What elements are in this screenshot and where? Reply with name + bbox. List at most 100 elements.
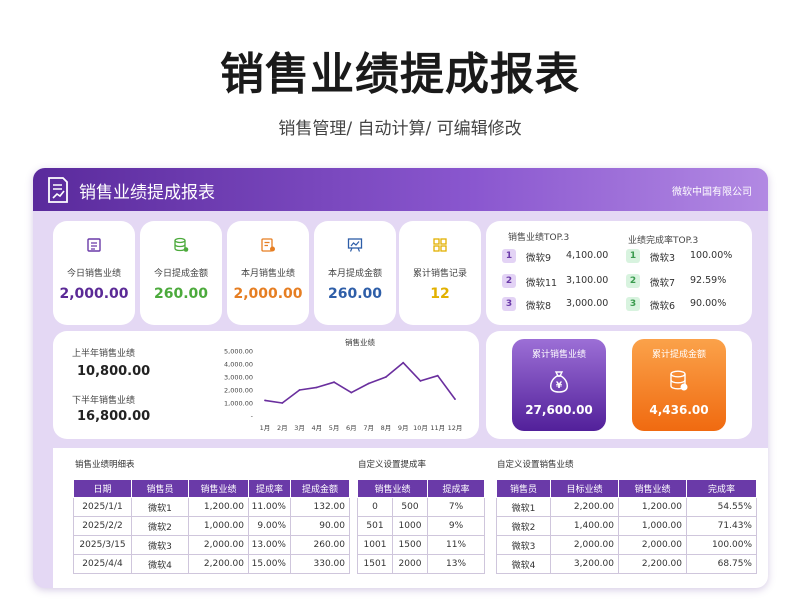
table-cell[interactable]: 1500 <box>391 535 429 555</box>
table-cell[interactable]: 1001 <box>357 535 393 555</box>
x-tick-label: 8月 <box>381 424 392 432</box>
chart-title: 销售业绩 <box>345 337 375 347</box>
table-cell[interactable]: 13.00% <box>248 535 291 555</box>
table-cell[interactable]: 7% <box>427 497 486 517</box>
x-tick-label: 12月 <box>448 424 463 432</box>
table-cell[interactable]: 微软2 <box>496 516 551 536</box>
data-point <box>454 398 456 400</box>
column-header: 完成率 <box>686 479 757 498</box>
rank-badge: 3 <box>626 297 640 311</box>
table-cell[interactable]: 1,000.00 <box>188 516 249 536</box>
table-cell[interactable]: 2,000.00 <box>550 535 619 555</box>
table-cell[interactable]: 2025/1/1 <box>73 497 132 517</box>
table-cell[interactable]: 1,200.00 <box>188 497 249 517</box>
table-cell[interactable]: 13% <box>427 554 486 574</box>
table-cell[interactable]: 2025/4/4 <box>73 554 132 574</box>
x-tick-label: 6月 <box>346 424 357 432</box>
document-icon <box>53 237 135 255</box>
table-cell[interactable]: 微软2 <box>131 516 189 536</box>
rank-name: 微软6 <box>650 301 676 312</box>
data-point <box>419 380 422 382</box>
table-cell[interactable]: 2025/3/15 <box>73 535 132 555</box>
rank-name: 微软7 <box>650 278 676 289</box>
x-tick-label: 9月 <box>398 424 409 432</box>
target-setting-table: 销售员 目标业绩 销售业绩 完成率 微软1 2,200.00 1,200.00 … <box>496 479 757 574</box>
rank-name: 微软3 <box>650 253 676 264</box>
table-row: 微软3 2,000.00 2,000.00 100.00% <box>496 535 757 555</box>
table-cell[interactable]: 微软4 <box>496 554 551 574</box>
table-cell[interactable]: 100.00% <box>686 535 757 555</box>
money-bag-icon: ¥ <box>512 369 606 393</box>
total-sales-value: 27,600.00 <box>525 403 593 417</box>
table-cell[interactable]: 11.00% <box>248 497 291 517</box>
rank-name: 微软8 <box>526 301 552 312</box>
table-cell[interactable]: 1,200.00 <box>618 497 687 517</box>
rank-value: 90.00% <box>690 298 727 309</box>
y-tick-label: 2,000.00 <box>224 387 253 395</box>
table-cell[interactable]: 9.00% <box>248 516 291 536</box>
table-cell[interactable]: 2025/2/2 <box>73 516 132 536</box>
kpi-card-today-commission: 今日提成金额 260.00 <box>140 221 222 325</box>
table-cell[interactable]: 132.00 <box>290 497 350 517</box>
rank-badge: 3 <box>502 297 516 311</box>
coins-icon <box>632 369 726 393</box>
rank-badge: 1 <box>502 249 516 263</box>
table-cell[interactable]: 90.00 <box>290 516 350 536</box>
tables-section: 销售业绩明细表 自定义设置提成率 自定义设置销售业绩 日期 销售员 销售业绩 提… <box>53 448 768 588</box>
table-cell[interactable]: 微软3 <box>496 535 551 555</box>
kpi-value: 12 <box>430 286 450 302</box>
table-cell[interactable]: 2,000.00 <box>618 535 687 555</box>
table-row: 微软4 3,200.00 2,200.00 68.75% <box>496 554 757 574</box>
table-cell[interactable]: 68.75% <box>686 554 757 574</box>
table-cell[interactable]: 1,400.00 <box>550 516 619 536</box>
table-cell[interactable]: 15.00% <box>248 554 291 574</box>
rank-badge: 2 <box>502 274 516 288</box>
table-cell[interactable]: 11% <box>427 535 486 555</box>
y-tick-label: 1,000.00 <box>224 400 253 408</box>
kpi-card-month-sales: 本月销售业绩 2,000.00 <box>227 221 309 325</box>
table-cell[interactable]: 71.43% <box>686 516 757 536</box>
table-cell[interactable]: 1,000.00 <box>618 516 687 536</box>
table-cell[interactable]: 2000 <box>391 554 429 574</box>
table-cell[interactable]: 9% <box>427 516 486 536</box>
total-commission-box: 累计提成金额 4,436.00 <box>632 339 726 431</box>
table-row: 2025/3/15 微软3 2,000.00 13.00% 260.00 <box>73 535 350 555</box>
data-point <box>367 382 370 385</box>
table-cell[interactable]: 微软4 <box>131 554 189 574</box>
column-header: 目标业绩 <box>550 479 619 498</box>
top-rate-row: 2 微软7 92.59% <box>626 274 741 289</box>
column-header: 销售员 <box>131 479 189 498</box>
table-cell[interactable]: 3,200.00 <box>550 554 619 574</box>
kpi-label: 本月销售业绩 <box>240 269 295 279</box>
table-cell[interactable]: 2,200.00 <box>618 554 687 574</box>
table-cell[interactable]: 2,200.00 <box>550 497 619 517</box>
table-cell[interactable]: 微软1 <box>496 497 551 517</box>
table-cell[interactable]: 0 <box>357 497 393 517</box>
page-title: 销售业绩提成报表 <box>220 49 580 100</box>
table-cell[interactable]: 2,000.00 <box>188 535 249 555</box>
table-cell[interactable]: 330.00 <box>290 554 350 574</box>
y-tick-label: - <box>251 413 254 421</box>
report-panel: 销售业绩提成报表 微软中国有限公司 今日销售业绩 2,000.00 今日提成金额… <box>33 168 768 588</box>
table-cell[interactable]: 1000 <box>391 516 429 536</box>
table-cell[interactable]: 500 <box>391 497 429 517</box>
total-sales-label: 累计销售业绩 <box>531 350 586 360</box>
table-cell[interactable]: 260.00 <box>290 535 350 555</box>
kpi-card-total-records: 累计销售记录 12 <box>399 221 481 325</box>
rank-name: 微软11 <box>526 278 558 289</box>
data-point <box>385 376 387 378</box>
top3-card: 销售业绩TOP.3 业绩完成率TOP.3 1 微软9 4,100.00 2 微软… <box>486 221 752 325</box>
column-header: 提成金额 <box>290 479 350 498</box>
table-cell[interactable]: 1501 <box>357 554 393 574</box>
table-row: 2025/1/1 微软1 1,200.00 11.00% 132.00 <box>73 497 350 517</box>
table-cell[interactable]: 2,200.00 <box>188 554 249 574</box>
kpi-label: 本月提成金额 <box>327 269 382 279</box>
table-cell[interactable]: 微软1 <box>131 497 189 517</box>
table-cell[interactable]: 54.55% <box>686 497 757 517</box>
column-header: 日期 <box>73 479 132 498</box>
top-sales-row: 2 微软11 3,100.00 <box>502 274 612 289</box>
x-tick-label: 4月 <box>311 424 322 432</box>
table-cell[interactable]: 501 <box>357 516 393 536</box>
table-cell[interactable]: 微软3 <box>131 535 189 555</box>
data-point <box>402 361 405 364</box>
